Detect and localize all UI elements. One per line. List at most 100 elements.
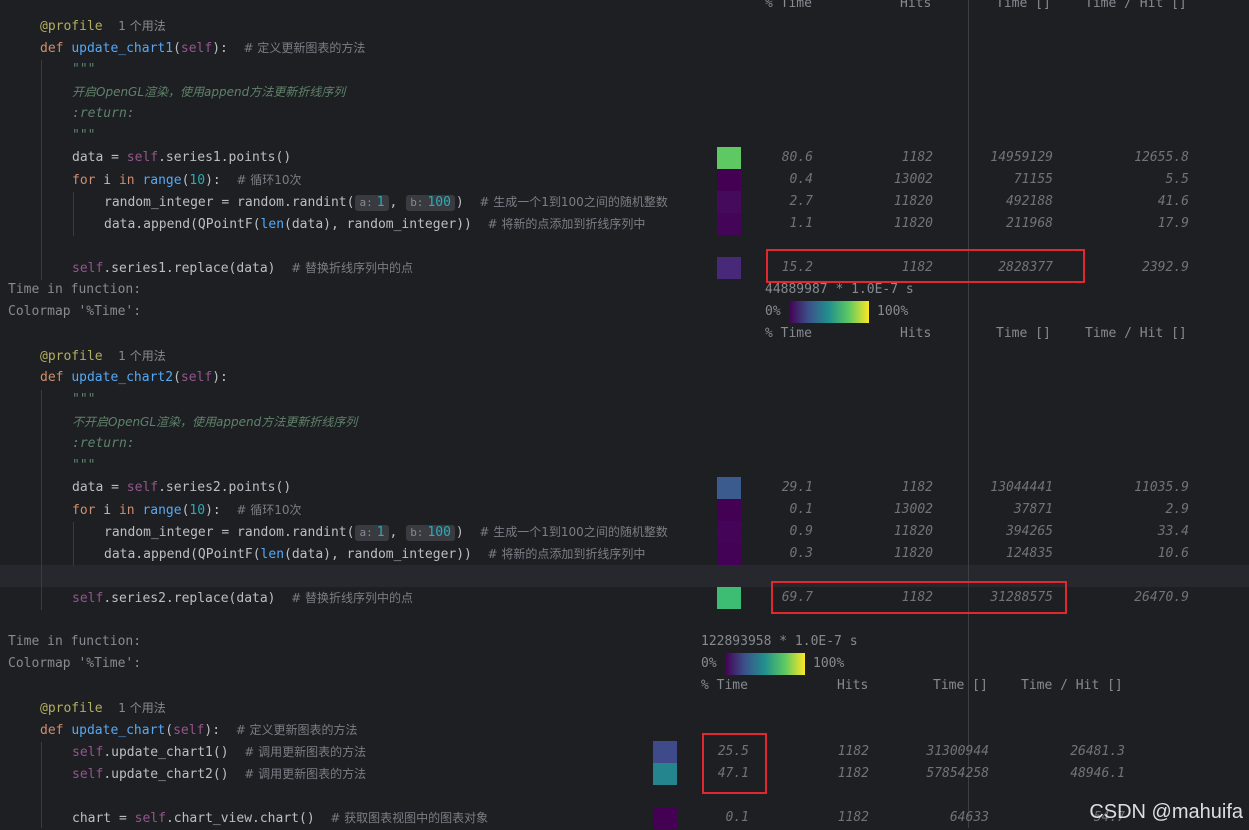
header-time-per-hit: Time / Hit []	[1085, 326, 1187, 341]
decorator-line: @profile 1 个用法	[40, 15, 166, 37]
stat-per-hit: 26481.3	[1070, 744, 1125, 759]
function-signature: def update_chart1(self): # 定义更新图表的方法	[40, 41, 366, 56]
stat-time: 31300944	[926, 744, 989, 759]
stat-pct: 0.9	[789, 524, 813, 539]
code-line: data.append(QPointF(len(data), random_in…	[104, 217, 646, 232]
function-name[interactable]: update_chart1	[71, 41, 173, 56]
stat-hits: 1182	[901, 150, 933, 165]
stat-time: 57854258	[926, 766, 989, 781]
stat-hits: 1182	[837, 744, 869, 759]
code-line: random_integer = random.randint(a: 1, b: 1…	[104, 195, 668, 211]
decorator: @profile	[40, 701, 103, 716]
docstring-close: """	[72, 458, 96, 473]
time-in-function-label: Time in function:	[8, 282, 142, 297]
function-signature: def update_chart(self): # 定义更新图表的方法	[40, 723, 358, 738]
colormap-bar	[725, 653, 805, 675]
header-time: Time []	[933, 678, 988, 693]
docstring-open: """	[72, 62, 96, 77]
usages-link[interactable]: 1 个用法	[118, 349, 165, 363]
stat-per-hit: 5.5	[1165, 172, 1189, 187]
parameter-hint: b: 100	[406, 525, 455, 541]
code-line: for i in range(10): # 循环10次	[72, 503, 302, 518]
indent-guide	[41, 390, 42, 610]
decorator-line: @profile 1 个用法	[40, 345, 166, 367]
stat-time: 64633	[949, 810, 989, 825]
usages-link[interactable]: 1 个用法	[118, 701, 165, 715]
code-line: data = self.series2.points()	[72, 480, 292, 495]
function-name[interactable]: update_chart2	[71, 370, 173, 385]
def-keyword: def	[40, 41, 64, 56]
stat-per-hit: 11035.9	[1134, 480, 1189, 495]
stat-time: 394265	[1006, 524, 1053, 539]
code-line: self.series2.replace(data) # 替换折线序列中的点	[72, 591, 414, 606]
header-pct-time: % Time	[765, 0, 812, 11]
decorator: @profile	[40, 19, 103, 34]
stat-per-hit: 33.4	[1157, 524, 1189, 539]
function-name[interactable]: update_chart	[71, 723, 165, 738]
stat-pct: 0.1	[725, 810, 749, 825]
stat-time: 13044441	[990, 480, 1053, 495]
right-margin-guide	[968, 0, 969, 828]
stat-per-hit: 10.6	[1157, 546, 1189, 561]
stat-pct: 0.4	[789, 172, 813, 187]
docstring-text: 开启OpenGL渲染，使用append方法更新折线序列	[72, 85, 346, 99]
colormap-min: 0%	[701, 656, 717, 671]
stat-time: 492188	[1006, 194, 1053, 209]
stat-time: 211968	[1006, 216, 1053, 231]
docstring-return: :return:	[72, 436, 135, 451]
parameter-hint: b: 100	[406, 195, 455, 211]
stat-per-hit: 2392.9	[1142, 260, 1189, 275]
stat-pct: 1.1	[789, 216, 813, 231]
decorator: @profile	[40, 349, 103, 364]
stat-pct: 29.1	[781, 480, 813, 495]
stat-hits: 13002	[893, 502, 933, 517]
stat-hits: 13002	[893, 172, 933, 187]
colormap-max: 100%	[813, 656, 845, 671]
stat-time: 124835	[1006, 546, 1053, 561]
stat-time: 37871	[1013, 502, 1053, 517]
time-in-function-label: Time in function:	[8, 634, 142, 649]
docstring-return: :return:	[72, 106, 135, 121]
code-line: self.series1.replace(data) # 替换折线序列中的点	[72, 261, 414, 276]
code-line: data = self.series1.points()	[72, 150, 292, 165]
usages-link[interactable]: 1 个用法	[118, 19, 165, 33]
header-hits: Hits	[900, 0, 932, 11]
stat-hits: 11820	[893, 194, 933, 209]
parameter-hint: a: 1	[355, 195, 389, 211]
colormap-max: 100%	[877, 304, 909, 319]
code-comment: # 定义更新图表的方法	[243, 41, 366, 55]
stat-hits: 1182	[837, 810, 869, 825]
time-in-function-value: 44889987 * 1.0E-7 s	[765, 282, 914, 297]
stat-pct: 2.7	[789, 194, 813, 209]
stat-per-hit: 12655.8	[1134, 150, 1189, 165]
header-hits: Hits	[837, 678, 869, 693]
parameter-hint: a: 1	[355, 525, 389, 541]
decorator-line: @profile 1 个用法	[40, 697, 166, 719]
time-in-function-value: 122893958 * 1.0E-7 s	[701, 634, 858, 649]
indent-guide	[41, 60, 42, 280]
header-time: Time []	[996, 0, 1051, 11]
stat-time: 14959129	[990, 150, 1053, 165]
header-time-per-hit: Time / Hit []	[1085, 0, 1187, 11]
stat-hits: 11820	[893, 216, 933, 231]
indent-guide	[73, 192, 74, 236]
highlight-box	[702, 733, 767, 794]
colormap-min: 0%	[765, 304, 781, 319]
colormap-label: Colormap '%Time':	[8, 656, 142, 671]
indent-guide	[41, 742, 42, 828]
code-line: chart = self.chart_view.chart() # 获取图表视图…	[72, 811, 489, 826]
stat-per-hit: 17.9	[1157, 216, 1189, 231]
stat-hits: 11820	[893, 524, 933, 539]
stat-per-hit: 26470.9	[1134, 590, 1189, 605]
stat-pct: 0.3	[789, 546, 813, 561]
docstring-text: 不开启OpenGL渲染，使用append方法更新折线序列	[72, 415, 358, 429]
colormap-bar	[789, 301, 869, 323]
stat-hits: 1182	[901, 480, 933, 495]
stat-per-hit: 2.9	[1165, 502, 1189, 517]
docstring-close: """	[72, 128, 96, 143]
stat-pct: 0.1	[789, 502, 813, 517]
header-time-per-hit: Time / Hit []	[1021, 678, 1123, 693]
header-pct-time: % Time	[701, 678, 748, 693]
code-line: data.append(QPointF(len(data), random_in…	[104, 547, 646, 562]
stat-pct: 80.6	[781, 150, 813, 165]
